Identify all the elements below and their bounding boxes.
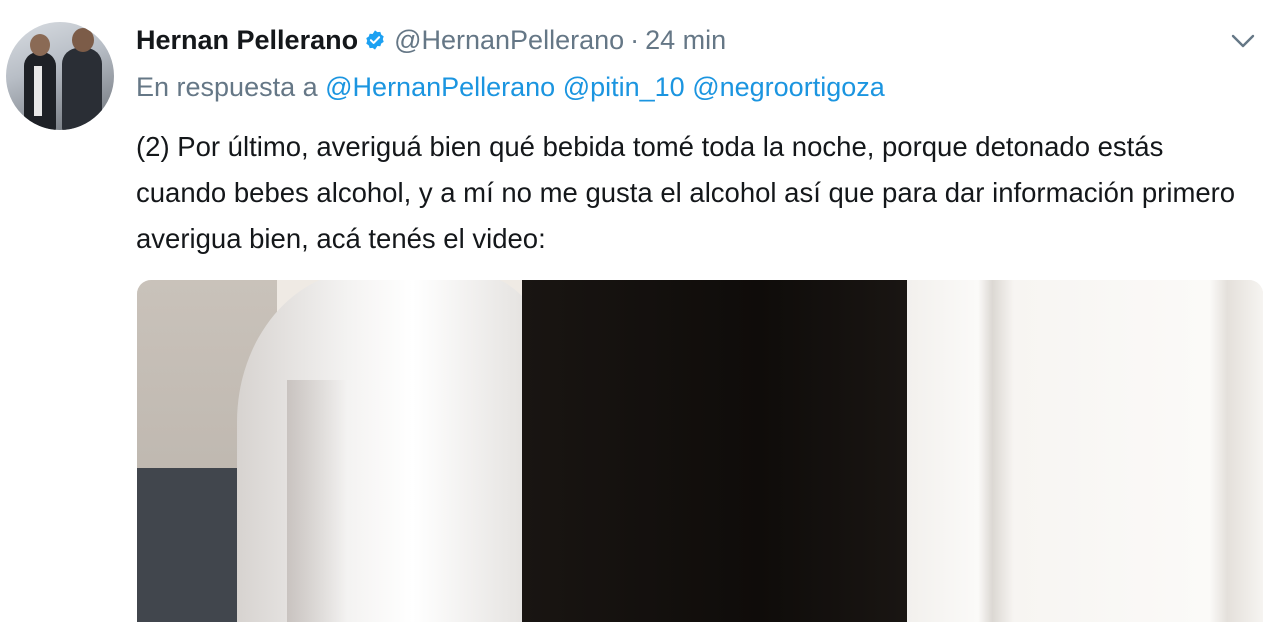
mention-link[interactable]: @pitin_10	[563, 72, 685, 102]
author-handle[interactable]: @HernanPellerano	[394, 25, 624, 56]
chevron-down-icon[interactable]	[1228, 26, 1258, 56]
avatar-figure-right	[62, 28, 102, 130]
avatar-stripe	[34, 66, 42, 116]
avatar[interactable]	[6, 22, 114, 130]
video-thumbnail[interactable]	[137, 280, 1263, 622]
video-frame-dark-object	[137, 468, 242, 622]
mention-link[interactable]: @HernanPellerano	[325, 72, 555, 102]
tweet: Hernan Pellerano @HernanPellerano · 24 m…	[0, 0, 1280, 622]
tweet-timestamp[interactable]: 24 min	[645, 25, 726, 56]
mention-link[interactable]: @negroortigoza	[692, 72, 885, 102]
verified-badge-icon	[364, 29, 386, 51]
separator: ·	[630, 24, 640, 55]
tweet-header: Hernan Pellerano @HernanPellerano · 24 m…	[136, 20, 726, 60]
reply-prefix: En respuesta a	[136, 72, 318, 102]
video-frame-fabric-shadow	[287, 380, 347, 622]
video-frame-black-panel	[522, 280, 917, 622]
author-name[interactable]: Hernan Pellerano	[136, 25, 358, 56]
reply-context: En respuesta a @HernanPellerano @pitin_1…	[136, 72, 885, 103]
tweet-text: (2) Por último, averiguá bien qué bebida…	[136, 131, 1236, 254]
avatar-figure-right-head	[72, 28, 94, 52]
avatar-figure-left-head	[30, 34, 50, 56]
video-frame-white-door	[907, 280, 1263, 622]
video-frame-white-fabric	[237, 280, 557, 622]
